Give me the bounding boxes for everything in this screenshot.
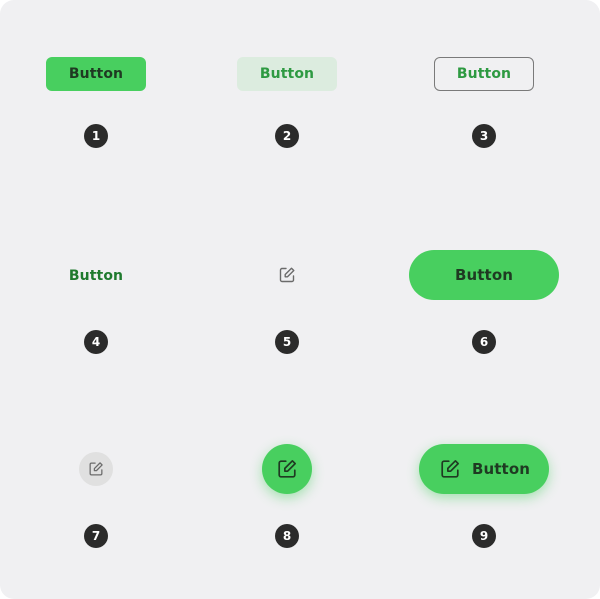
extended-fab-button[interactable]: Button	[419, 444, 549, 494]
badge-7: 7	[84, 524, 108, 548]
edit-icon	[87, 460, 105, 478]
outlined-button[interactable]: Button	[434, 57, 534, 91]
filled-button[interactable]: Button	[46, 57, 146, 91]
edit-icon	[277, 265, 297, 285]
badge-5: 5	[275, 330, 299, 354]
edit-icon	[438, 457, 462, 481]
badge-3: 3	[472, 124, 496, 148]
fab-button[interactable]	[262, 444, 312, 494]
badge-2: 2	[275, 124, 299, 148]
text-button[interactable]: Button	[56, 262, 136, 290]
edit-icon	[275, 457, 299, 481]
icon-button[interactable]	[277, 265, 297, 285]
tonal-button[interactable]: Button	[237, 57, 337, 91]
badge-1: 1	[84, 124, 108, 148]
badge-4: 4	[84, 330, 108, 354]
badge-9: 9	[472, 524, 496, 548]
filled-pill-button[interactable]: Button	[409, 250, 559, 300]
icon-circle-button[interactable]	[79, 452, 113, 486]
showcase-panel: Button 1 Button 2 Button 3 Button 4 5 Bu…	[0, 0, 600, 599]
badge-6: 6	[472, 330, 496, 354]
badge-8: 8	[275, 524, 299, 548]
extended-fab-label: Button	[471, 460, 531, 478]
